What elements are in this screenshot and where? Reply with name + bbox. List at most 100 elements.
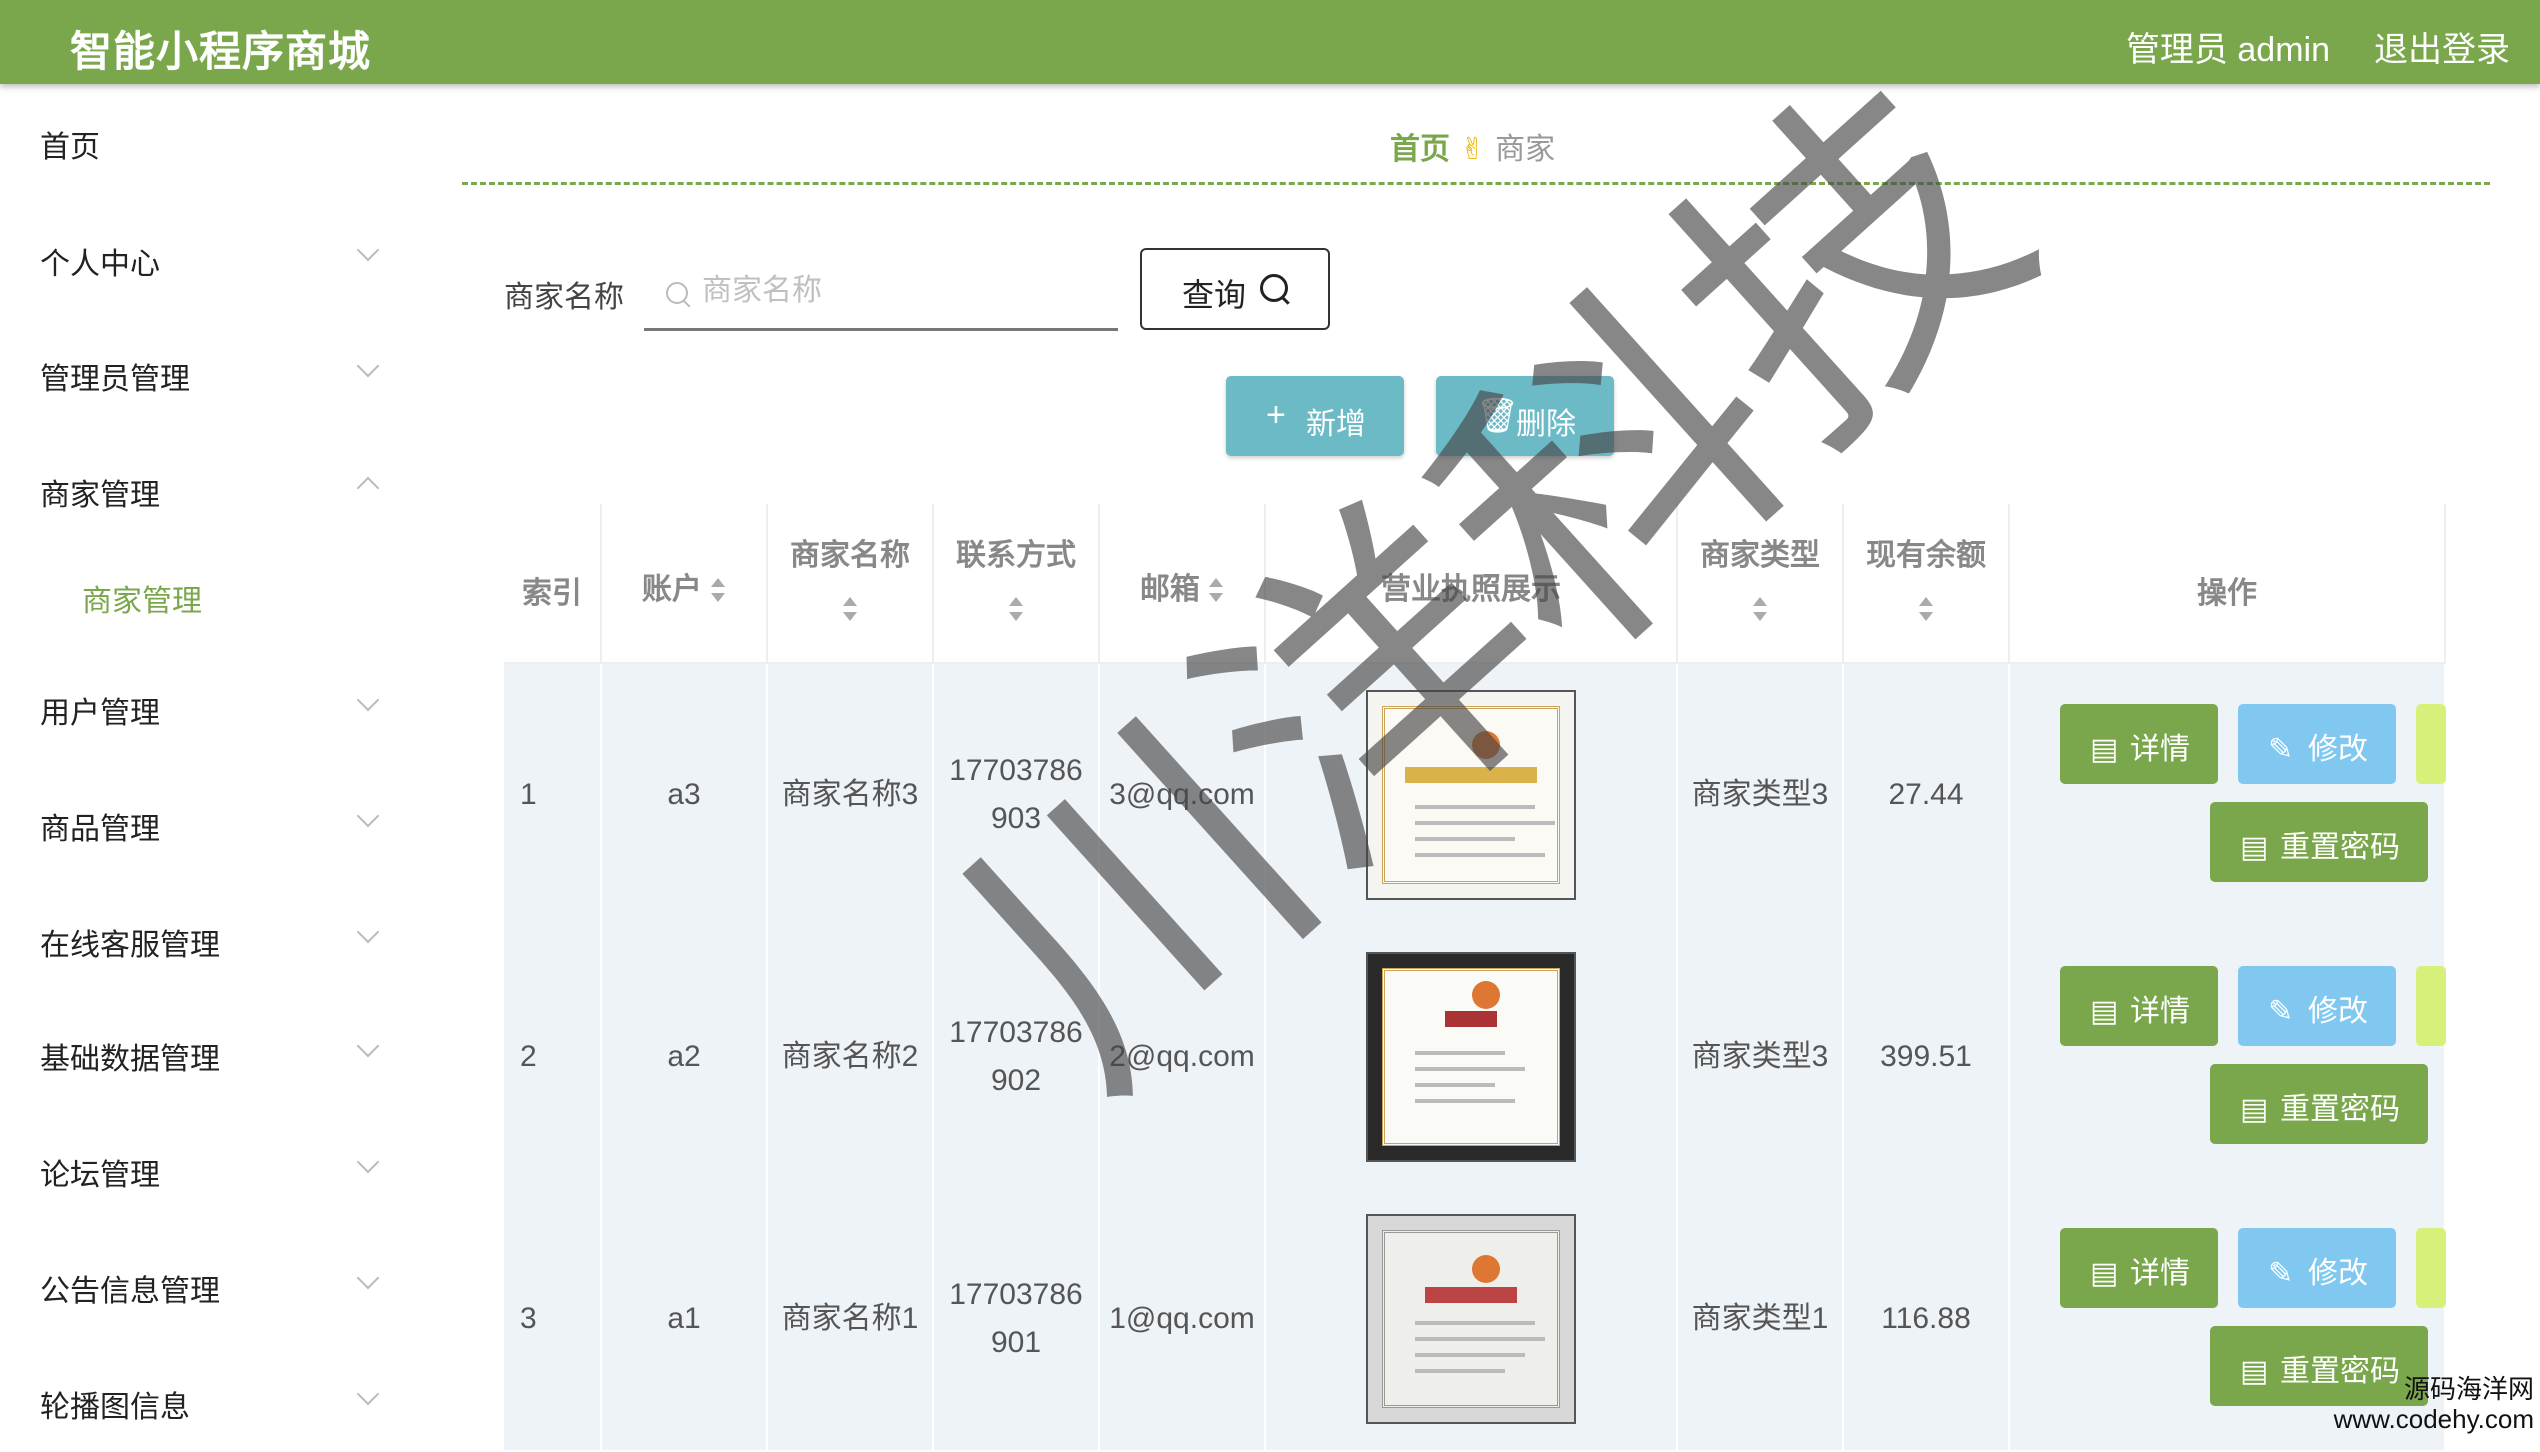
sort-icon[interactable] (842, 596, 858, 624)
cell-merchant-type: 商家类型1 (1678, 1188, 1844, 1450)
detail-button[interactable]: ▤ 详情 (2060, 1228, 2218, 1308)
chevron-down-icon (356, 354, 380, 378)
table-row: 2 a2 商家名称2 17703786902 2@qq.com 商家类型3 39… (504, 926, 2446, 1190)
sidebar-subitem-merchant-management[interactable]: 商家管理 (82, 576, 202, 620)
corner-watermark-line2: www.codehy.com (2333, 1404, 2534, 1434)
edit-button[interactable]: ✎ 修改 (2238, 704, 2396, 784)
cell-email: 1@qq.com (1100, 1188, 1266, 1450)
document-icon: ▤ (2090, 733, 2119, 766)
cell-merchant-name: 商家名称3 (768, 664, 934, 926)
delete-row-button[interactable] (2416, 1228, 2446, 1308)
query-button-label: 查询 (1182, 277, 1247, 313)
business-license-image[interactable] (1366, 952, 1576, 1162)
delete-button[interactable]: 🗑 删除 (1436, 376, 1614, 456)
reset-password-button[interactable]: ▤ 重置密码 (2210, 802, 2428, 882)
cell-contact: 17703786903 (934, 664, 1100, 926)
table-row: 3 a1 商家名称1 17703786901 1@qq.com 商家类型1 11… (504, 1188, 2446, 1452)
detail-button[interactable]: ▤ 详情 (2060, 704, 2218, 784)
sidebar-item-carousel[interactable]: 轮播图信息 (40, 1382, 190, 1426)
sidebar-item-online-service[interactable]: 在线客服管理 (40, 920, 220, 964)
chevron-down-icon (356, 1266, 380, 1290)
header-merchant-type[interactable]: 商家类型 (1678, 504, 1844, 664)
app-title: 智能小程序商城 (70, 28, 372, 75)
cell-merchant-type: 商家类型3 (1678, 926, 1844, 1188)
cell-email: 2@qq.com (1100, 926, 1266, 1188)
business-license-image[interactable] (1366, 690, 1576, 900)
add-button[interactable]: + 新增 (1226, 376, 1404, 456)
cell-account: a3 (602, 664, 768, 926)
breadcrumb-divider (462, 182, 2490, 185)
sort-icon[interactable] (1208, 577, 1224, 605)
trash-icon: 🗑 (1476, 397, 1520, 435)
top-header: 智能小程序商城 管理员 admin 退出登录 (0, 0, 2540, 84)
sort-icon[interactable] (1752, 596, 1768, 624)
reset-password-button[interactable]: ▤ 重置密码 (2210, 1064, 2428, 1144)
header-account[interactable]: 账户 (602, 504, 768, 664)
cell-license (1266, 926, 1678, 1188)
sidebar-item-basic-data[interactable]: 基础数据管理 (40, 1034, 220, 1078)
sidebar-item-user-management[interactable]: 用户管理 (40, 688, 160, 732)
detail-button[interactable]: ▤ 详情 (2060, 966, 2218, 1046)
sidebar-item-forum[interactable]: 论坛管理 (40, 1150, 160, 1194)
cell-balance: 116.88 (1844, 1188, 2010, 1450)
cell-index: 3 (504, 1188, 602, 1450)
search-icon (1260, 274, 1288, 302)
chevron-down-icon (356, 238, 380, 262)
query-button[interactable]: 查询 (1140, 248, 1330, 330)
sidebar-item-announcement[interactable]: 公告信息管理 (40, 1266, 220, 1310)
plus-icon: + (1266, 396, 1286, 434)
cell-operations: ▤ 详情 ✎ 修改 ▤ 重置密码 (2010, 664, 2446, 926)
header-merchant-name[interactable]: 商家名称 (768, 504, 934, 664)
cell-index: 2 (504, 926, 602, 1188)
admin-label: 管理员 admin (2125, 31, 2330, 69)
breadcrumb-current: 商家 (1495, 133, 1556, 166)
cell-account: a1 (602, 1188, 768, 1450)
document-icon: ▤ (2240, 1093, 2269, 1126)
cell-merchant-type: 商家类型3 (1678, 664, 1844, 926)
delete-row-button[interactable] (2416, 704, 2446, 784)
cell-merchant-name: 商家名称1 (768, 1188, 934, 1450)
header-balance[interactable]: 现有余额 (1844, 504, 2010, 664)
header-operations: 操作 (2010, 504, 2446, 664)
search-field[interactable] (644, 256, 1118, 331)
cell-balance: 27.44 (1844, 664, 2010, 926)
cell-operations: ▤ 详情 ✎ 修改 ▤ 重置密码 (2010, 926, 2446, 1188)
edit-button[interactable]: ✎ 修改 (2238, 1228, 2396, 1308)
document-icon: ▤ (2240, 831, 2269, 864)
cell-email: 3@qq.com (1100, 664, 1266, 926)
pencil-icon: ✎ (2268, 995, 2294, 1028)
chevron-down-icon (356, 920, 380, 944)
cell-contact: 17703786902 (934, 926, 1100, 1188)
pencil-icon: ✎ (2268, 1257, 2294, 1290)
breadcrumb-home[interactable]: 首页 (1390, 133, 1450, 166)
search-input[interactable] (700, 268, 1104, 314)
table-row: 1 a3 商家名称3 17703786903 3@qq.com 商家类型3 27… (504, 664, 2446, 928)
chevron-up-icon (356, 476, 380, 500)
edit-button[interactable]: ✎ 修改 (2238, 966, 2396, 1046)
chevron-down-icon (356, 1034, 380, 1058)
breadcrumb: 首页 ✌ 商家 (1390, 124, 1555, 168)
sidebar-item-home[interactable]: 首页 (40, 122, 100, 166)
search-icon (666, 282, 688, 304)
sort-icon[interactable] (1918, 596, 1934, 624)
chevron-down-icon (356, 804, 380, 828)
sidebar-item-admin-management[interactable]: 管理员管理 (40, 354, 190, 398)
sidebar-item-personal-center[interactable]: 个人中心 (40, 239, 160, 283)
header-index: 索引 (504, 504, 602, 664)
sidebar: 首页 个人中心 管理员管理 商家管理 商家管理 用户管理 商品管理 在线客服管理… (0, 84, 410, 1440)
business-license-image[interactable] (1366, 1214, 1576, 1424)
corner-watermark: 源码海洋网 www.codehy.com (2334, 1374, 2534, 1434)
header-contact[interactable]: 联系方式 (934, 504, 1100, 664)
delete-button-label: 删除 (1516, 408, 1576, 441)
chevron-down-icon (356, 688, 380, 712)
logout-link[interactable]: 退出登录 (2374, 22, 2510, 71)
add-button-label: 新增 (1306, 408, 1366, 441)
header-email[interactable]: 邮箱 (1100, 504, 1266, 664)
delete-row-button[interactable] (2416, 966, 2446, 1046)
sort-icon[interactable] (1008, 596, 1024, 624)
header-license: 营业执照展示 (1266, 504, 1678, 664)
sidebar-item-product-management[interactable]: 商品管理 (40, 804, 160, 848)
sort-icon[interactable] (710, 577, 726, 605)
cell-license (1266, 664, 1678, 926)
sidebar-item-merchant-management[interactable]: 商家管理 (40, 470, 160, 514)
